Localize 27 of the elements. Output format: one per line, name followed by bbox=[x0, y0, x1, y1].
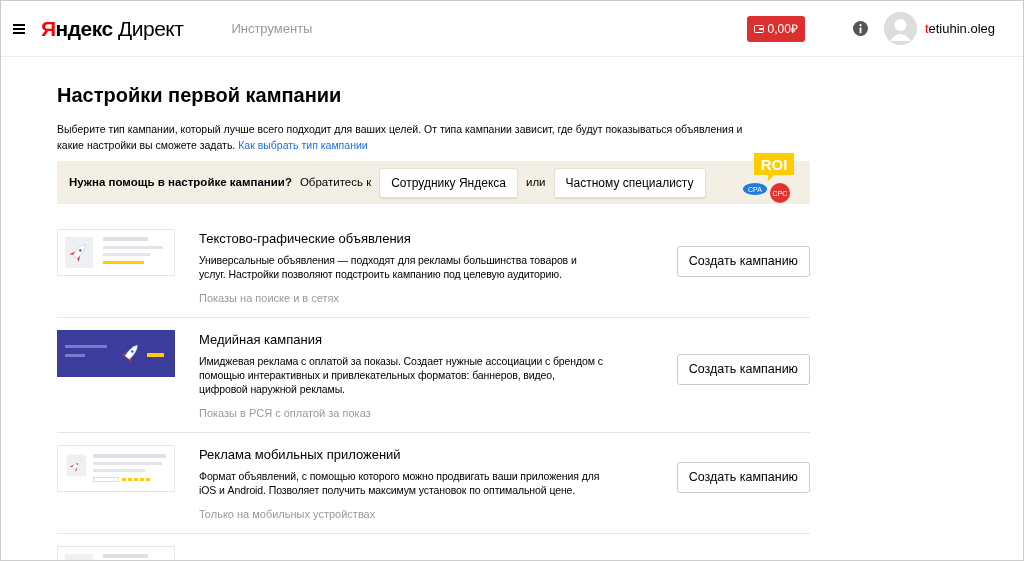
create-campaign-button[interactable]: Создать кампанию bbox=[676, 462, 810, 493]
campaign-title: Медийная кампания bbox=[199, 331, 323, 349]
help-text: Обратитесь к bbox=[299, 174, 372, 190]
campaign-description: Универсальные объявления — подходят для рекламы большинства товаров и услуг. Настройки позволяют подстроить кампанию под целевую аудиторию. bbox=[199, 252, 578, 281]
menu-icon[interactable] bbox=[13, 23, 25, 34]
help-link[interactable]: Как выбрать тип кампании bbox=[238, 139, 368, 151]
help-question: Нужна помощь в настройке кампании? bbox=[69, 174, 292, 190]
wallet-icon bbox=[753, 24, 764, 33]
info-icon[interactable] bbox=[852, 21, 868, 36]
username[interactable]: tetiuhin.oleg bbox=[924, 18, 995, 39]
create-campaign-button[interactable]: Создать кампанию bbox=[676, 354, 810, 385]
intro-text: Выберите тип кампании, который лучше всего подходит для ваших целей. От типа кампании зависит, где будут показываться объявления и какие настройки вы сможете задать. Как выбрать тип кампании bbox=[57, 122, 744, 153]
specialist-button[interactable]: Частному специалисту bbox=[553, 167, 706, 198]
campaign-placement: Только на мобильных устройствах bbox=[199, 506, 377, 522]
campaign-title: Текстово-графические объявления bbox=[199, 230, 412, 248]
campaign-description: Формат объявлений, с помощью которого можно продвигать ваши приложения для iOS и Android. Позволяет получить максимум установок по оптимальной цене. bbox=[199, 468, 601, 497]
logo[interactable]: Яндекс Директ bbox=[41, 18, 184, 39]
campaign-placement: Показы в РСЯ с оплатой за показ bbox=[199, 405, 372, 421]
campaign-title: Реклама мобильных приложений bbox=[199, 446, 402, 464]
roi-label: ROI bbox=[760, 156, 788, 173]
balance-button[interactable]: 0,00₽ bbox=[746, 15, 805, 42]
yandex-staff-button[interactable]: Сотруднику Яндекса bbox=[379, 167, 518, 198]
campaign-description: Имиджевая реклама с оплатой за показы. Создает нужные ассоциации с брендом с помощью интерактивных и привлекательных форматов: баннеров, видео, цифровой наружной рекламы. bbox=[199, 353, 604, 396]
create-campaign-button[interactable]: Создать кампанию bbox=[676, 246, 810, 277]
page-title: Настройки первой кампании bbox=[57, 83, 343, 107]
help-text: или bbox=[526, 174, 546, 190]
campaign-placement: Показы на поиске и в сетях bbox=[199, 290, 340, 306]
